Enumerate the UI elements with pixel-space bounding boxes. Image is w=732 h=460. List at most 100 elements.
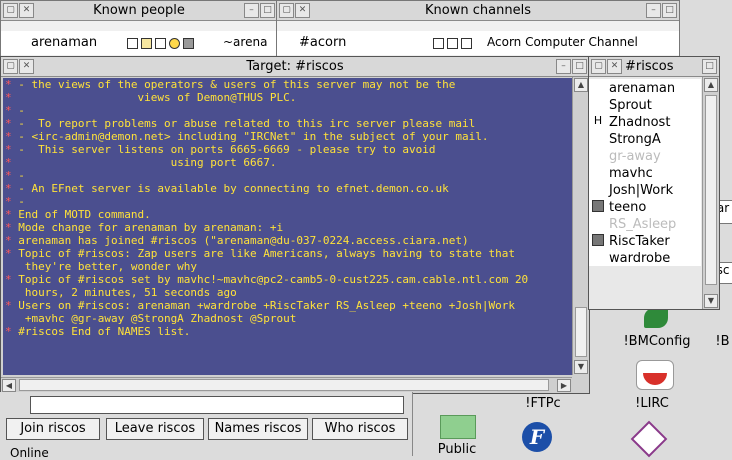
log-line-marker: * <box>5 325 12 338</box>
back-icon[interactable]: ▢ <box>591 59 606 74</box>
iconise-icon[interactable]: – <box>556 59 571 74</box>
close-icon[interactable]: ✕ <box>19 59 34 74</box>
user-list-item[interactable]: H Zhadnost <box>589 113 701 131</box>
person-row[interactable]: arenaman ~arena <box>1 31 277 55</box>
scroll-right-icon[interactable]: ▶ <box>557 379 571 392</box>
user-list-item[interactable]: mavhc <box>589 164 701 181</box>
log-line-text: - <box>11 104 25 117</box>
user-list-item[interactable]: Sprout <box>589 96 701 113</box>
message-input[interactable] <box>30 396 404 414</box>
user-list-item[interactable]: gr-away <box>589 147 701 164</box>
status-text: Online <box>10 446 49 460</box>
log-line-text: Topic of #riscos set by mavhc!~mavhc@pc2… <box>11 273 529 286</box>
log-line-marker: * <box>5 117 12 130</box>
iconise-icon[interactable]: – <box>646 3 661 18</box>
target-titlebar[interactable]: ▢ ✕ Target: #riscos – □ <box>1 57 589 77</box>
lirc-label[interactable]: !LIRC <box>622 396 682 411</box>
user-list-item[interactable]: wardrobe <box>589 249 701 266</box>
bin-icon[interactable] <box>155 38 166 49</box>
back-icon[interactable]: ▢ <box>279 3 294 18</box>
user-list-item[interactable]: Josh|Work <box>589 181 701 198</box>
scroll-up-icon[interactable]: ▲ <box>574 78 588 92</box>
join-button[interactable]: Join riscos <box>6 418 100 440</box>
log-line-text: - To report problems or abuse related to… <box>11 117 476 130</box>
back-icon[interactable]: ▢ <box>3 59 18 74</box>
leave-button[interactable]: Leave riscos <box>106 418 204 440</box>
channel-row[interactable]: #acorn Acorn Computer Channel <box>277 31 679 55</box>
scroll-down-icon[interactable]: ▼ <box>574 360 588 374</box>
scroll-down-icon[interactable]: ▼ <box>704 294 718 308</box>
user-nick: gr-away <box>609 149 661 164</box>
channel-topic: Acorn Computer Channel <box>487 35 638 49</box>
user-list-item[interactable]: RS_Asleep <box>589 215 701 232</box>
users-titlebar[interactable]: ▢ ✕ #riscos □ <box>589 57 719 77</box>
scroll-left-icon[interactable]: ◀ <box>2 379 16 392</box>
log-line-marker: * <box>5 247 12 260</box>
log-line-marker: * <box>5 234 12 247</box>
iconise-icon[interactable]: – <box>244 3 259 18</box>
user-list-item[interactable]: RiscTaker <box>589 232 701 249</box>
log-line: +mavhc @gr-away @StrongA Zhadnost @Sprou… <box>3 312 573 325</box>
bmconfig-cut-label[interactable]: !B <box>713 334 732 349</box>
log-line-marker: * <box>5 182 12 195</box>
user-list-item[interactable]: StrongA <box>589 130 701 147</box>
join-icon[interactable] <box>447 38 458 49</box>
known-people-titlebar[interactable]: ▢ ✕ Known people – □ <box>1 1 277 21</box>
toggle-size-icon[interactable]: □ <box>260 3 275 18</box>
ftpc-label[interactable]: !FTPc <box>508 396 578 411</box>
who-button[interactable]: Who riscos <box>312 418 408 440</box>
user-list-item[interactable]: arenaman <box>589 79 701 96</box>
window-title: Known people <box>93 3 185 18</box>
user-list-item[interactable]: teeno <box>589 198 701 215</box>
log-line-marker: * <box>5 299 12 312</box>
toggle-size-icon[interactable]: □ <box>702 59 717 74</box>
public-folder-icon[interactable] <box>440 415 476 439</box>
scroll-up-icon[interactable]: ▲ <box>704 78 718 92</box>
log-line-text: - <box>11 195 25 208</box>
cat-icon[interactable] <box>183 38 194 49</box>
topic-icon[interactable] <box>461 38 472 49</box>
person-icon[interactable] <box>141 38 152 49</box>
user-nick: RS_Asleep <box>609 217 677 232</box>
users-scrollbar[interactable]: ▲ ▼ <box>702 77 719 309</box>
log-line-marker: * <box>5 130 12 143</box>
h-scroll-thumb[interactable] <box>19 379 549 391</box>
known-channels-window: ▢ ✕ Known channels – □ #acorn Acorn Comp… <box>276 0 680 58</box>
names-button[interactable]: Names riscos <box>208 418 308 440</box>
log-horizontal-scrollbar[interactable]: ◀ ▶ <box>1 377 572 393</box>
log-line-marker: * <box>5 156 12 169</box>
log-line-text: - <irc-admin@demon.net> including "IRCNe… <box>11 130 489 143</box>
user-nick: wardrobe <box>609 251 671 266</box>
log-line-marker: * <box>5 78 12 91</box>
log-line-text: Mode change for arenaman by arenaman: +i <box>11 221 284 234</box>
toggle-size-icon[interactable]: □ <box>662 3 677 18</box>
bmconfig-label[interactable]: !BMConfig <box>612 334 702 349</box>
known-channels-titlebar[interactable]: ▢ ✕ Known channels – □ <box>277 1 679 21</box>
user-nick: RiscTaker <box>609 234 670 249</box>
log-line: * Mode change for arenaman by arenaman: … <box>3 221 573 234</box>
log-line-marker: * <box>5 169 12 182</box>
scroll-thumb[interactable] <box>575 307 587 357</box>
log-vertical-scrollbar[interactable]: ▲ ▼ <box>572 77 589 375</box>
close-icon[interactable]: ✕ <box>295 3 310 18</box>
ftpc-icon[interactable]: F <box>522 422 552 452</box>
log-line-text: hours, 2 minutes, 51 seconds ago <box>5 286 237 299</box>
log-line-text: views of Demon@THUS PLC. <box>11 91 297 104</box>
close-icon[interactable]: ✕ <box>19 3 34 18</box>
status-icon[interactable] <box>127 38 138 49</box>
lirc-icon[interactable] <box>636 360 674 390</box>
back-icon[interactable]: ▢ <box>3 3 18 18</box>
bmconfig-icon[interactable] <box>644 308 668 328</box>
channel-name: #acorn <box>299 35 347 50</box>
log-line: * Users on #riscos: arenaman +wardrobe +… <box>3 299 573 312</box>
smiley-icon[interactable] <box>169 38 180 49</box>
close-icon[interactable]: ✕ <box>607 59 622 74</box>
user-list[interactable]: arenaman Sprout H Zhadnost StrongA gr-away mav… <box>589 79 701 266</box>
app-diamond-icon[interactable] <box>630 420 668 458</box>
toggle-size-icon[interactable]: □ <box>572 59 587 74</box>
message-log[interactable]: * - the views of the operators & users o… <box>3 78 573 375</box>
scroll-thumb[interactable] <box>705 95 717 285</box>
log-line-text: arenaman has joined #riscos ("arenaman@d… <box>11 234 469 247</box>
public-label[interactable]: Public <box>424 442 490 457</box>
status-icon[interactable] <box>433 38 444 49</box>
